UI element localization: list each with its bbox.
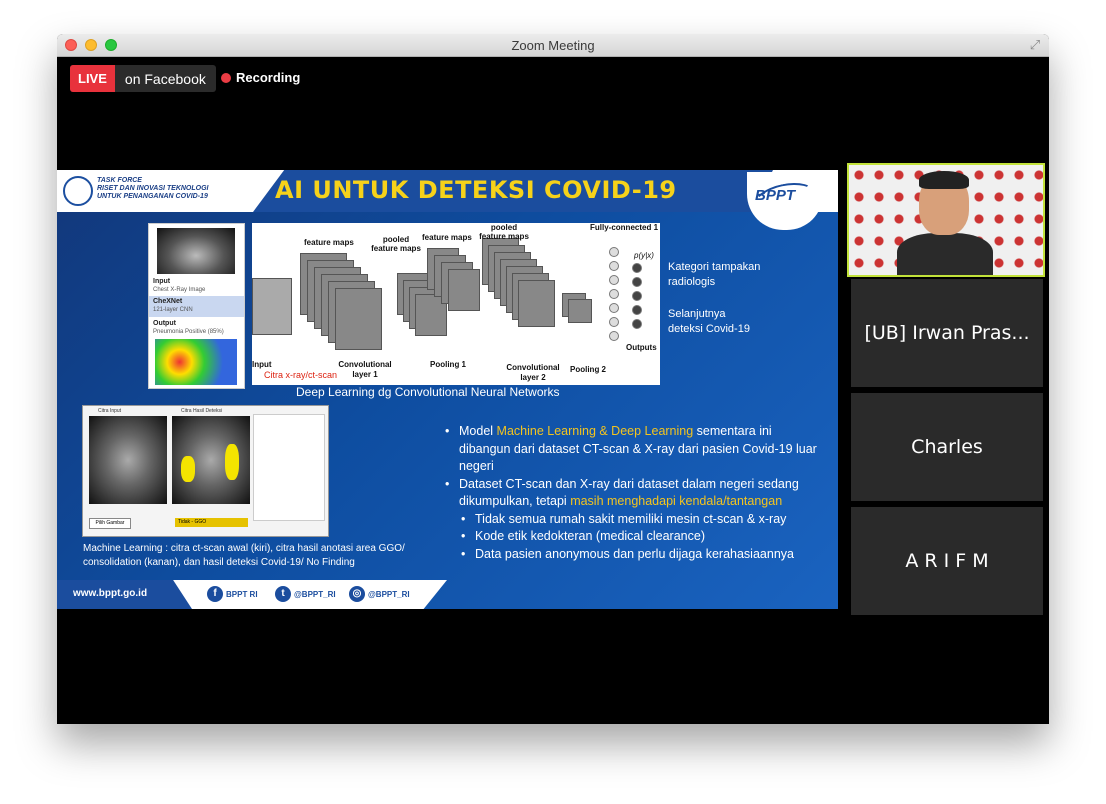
bullet-list: • Model Machine Learning & Deep Learning… xyxy=(445,423,820,563)
xray-figure: Input Chest X-Ray Image CheXNet 121-laye… xyxy=(148,223,245,389)
title-bar[interactable]: Zoom Meeting ⤢ xyxy=(57,34,1049,57)
fc-node xyxy=(609,247,619,257)
pooled-map xyxy=(568,299,592,323)
pool1-label: Pooling 1 xyxy=(430,360,466,369)
sub-bullet-item: • Tidak semua rumah sakit memiliki mesin … xyxy=(461,511,787,526)
feature-map xyxy=(335,288,382,350)
ct-result-form xyxy=(253,414,325,521)
chexnet-sub: 121-layer CNN xyxy=(153,307,193,313)
cnn-caption: Deep Learning dg Convolutional Neural Ne… xyxy=(296,385,560,399)
pooled-maps-label: pooled feature maps xyxy=(479,223,529,241)
participant-name: Charles xyxy=(911,436,983,458)
participant-name: [UB] Irwan Pras... xyxy=(864,322,1030,344)
feature-maps-label: feature maps xyxy=(304,238,354,247)
heatmap-image xyxy=(155,339,237,385)
ct-scan-input-image xyxy=(89,416,167,504)
selanjutnya-text: Selanjutnya deteksi Covid-19 xyxy=(668,308,750,335)
output-node xyxy=(632,291,642,301)
xray-output-sub: Pneumonia Positive (85%) xyxy=(153,329,224,335)
kategori-text: Kategori tampakan radiologis xyxy=(668,261,761,288)
fc-node xyxy=(609,275,619,285)
fc-node xyxy=(609,331,619,341)
shared-screen: TASK FORCE RISET DAN INOVASI TEKNOLOGI U… xyxy=(57,170,838,609)
conv1-label: Convolutional layer 1 xyxy=(338,360,392,379)
input-image xyxy=(252,278,292,335)
sub-bullet-item: • Data pasien anonymous dan perlu dijaga … xyxy=(461,546,794,561)
facebook-icon: f xyxy=(207,586,223,602)
live-indicator[interactable]: LIVE on Facebook xyxy=(70,65,216,92)
xray-input-label: Input xyxy=(153,278,171,285)
active-speaker-video[interactable] xyxy=(847,163,1045,277)
fc-node xyxy=(609,289,619,299)
record-dot-icon xyxy=(221,72,231,83)
participant-tile[interactable]: [UB] Irwan Pras... xyxy=(851,279,1043,387)
probability-label: p(y|x) xyxy=(634,251,654,260)
output-node xyxy=(632,263,642,273)
ggo-annotation xyxy=(225,444,239,480)
feature-maps-label: feature maps xyxy=(422,233,472,242)
fullscreen-icon[interactable]: ⤢ xyxy=(1027,37,1043,53)
output-node xyxy=(632,277,642,287)
slide-title: AI UNTUK DETEKSI COVID-19 xyxy=(275,176,677,204)
footer-facebook: f BPPT RI xyxy=(207,586,258,602)
feature-map xyxy=(448,269,480,311)
participant-name: A R I F M xyxy=(905,550,989,572)
pooled-maps-label: pooled feature maps xyxy=(371,235,421,253)
ggo-annotation xyxy=(181,456,195,482)
twitter-icon: t xyxy=(275,586,291,602)
speaker-body xyxy=(897,233,993,275)
live-tag: LIVE xyxy=(70,65,115,92)
input-label: Input xyxy=(252,360,272,369)
recording-label: Recording xyxy=(236,70,301,85)
fc-node xyxy=(609,317,619,327)
recording-indicator: Recording xyxy=(221,70,300,85)
xray-output-label: Output xyxy=(153,320,176,327)
xray-input-sub: Chest X-Ray Image xyxy=(153,287,206,293)
speaker-hair xyxy=(919,171,969,189)
conv2-label: Convolutional layer 2 xyxy=(506,363,560,382)
chexnet-label: CheXNet xyxy=(153,298,183,305)
pool2-label: Pooling 2 xyxy=(570,365,606,374)
ct-right-title: Citra Hasil Deteksi xyxy=(181,408,223,414)
fc-node xyxy=(609,261,619,271)
ct-scan-figure: Citra Input Citra Hasil Deteksi Pilih Ga… xyxy=(82,405,329,537)
ml-caption: Machine Learning : citra ct-scan awal (k… xyxy=(83,543,405,568)
taskforce-text: TASK FORCE RISET DAN INOVASI TEKNOLOGI U… xyxy=(97,177,209,200)
instagram-icon: ◎ xyxy=(349,586,365,602)
chest-xray-image xyxy=(157,228,235,274)
pooled-map xyxy=(518,280,555,327)
fc-node xyxy=(609,303,619,313)
output-node xyxy=(632,305,642,315)
window-title: Zoom Meeting xyxy=(511,38,595,53)
zoom-window: Zoom Meeting ⤢ LIVE on Facebook Recordin… xyxy=(57,34,1049,724)
taskforce-logo-icon xyxy=(63,176,93,206)
footer-instagram: ◎ @BPPT_RI xyxy=(349,586,410,602)
sub-bullet-item: • Kode etik kedokteran (medical clearance… xyxy=(461,529,705,543)
cnn-diagram: feature maps pooled feature maps feature… xyxy=(252,223,660,385)
footer-url: www.bppt.go.id xyxy=(73,588,148,599)
bppt-logo-text: BPPT xyxy=(755,187,796,204)
citra-label: Citra x-ray/ct-scan xyxy=(264,370,338,380)
outputs-label: Outputs xyxy=(626,343,657,352)
ct-left-title: Citra Input xyxy=(98,408,122,414)
output-node xyxy=(632,319,642,329)
live-destination: on Facebook xyxy=(124,70,206,87)
footer-twitter: t @BPPT_RI xyxy=(275,586,336,602)
fully-connected-label: Fully-connected 1 xyxy=(590,223,659,232)
slide-footer: www.bppt.go.id f BPPT RI t @BPPT_RI ◎ @B… xyxy=(57,580,838,609)
participant-tile[interactable]: Charles xyxy=(851,393,1043,501)
participant-tile[interactable]: A R I F M xyxy=(851,507,1043,615)
bullet-item: • Dataset CT-scan dan X-ray dari dataset… xyxy=(445,476,799,509)
bullet-item: • Model Machine Learning & Deep Learning… xyxy=(445,424,817,473)
pilih-gambar-button: Pilih Gambar xyxy=(89,518,131,529)
ct-status-badge: Tidak - GGO xyxy=(175,518,248,527)
